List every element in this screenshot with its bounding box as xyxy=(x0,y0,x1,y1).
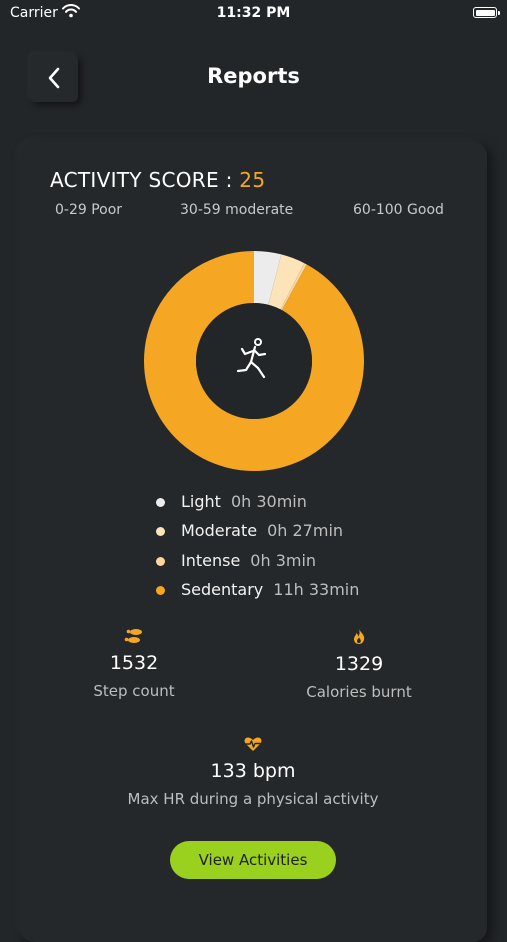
range-poor: 0-29 Poor xyxy=(55,202,123,218)
activity-score: ACTIVITY SCORE : 25 xyxy=(50,168,265,192)
step-count-value: 1532 xyxy=(109,652,159,674)
calories-value: 1329 xyxy=(334,653,384,675)
battery-icon xyxy=(473,7,500,18)
legend-dot-moderate xyxy=(156,527,165,537)
max-hr-value: 133 bpm xyxy=(210,760,296,782)
view-activities-button[interactable]: View Activities xyxy=(170,841,336,879)
range-good: 60-100 Good xyxy=(353,202,444,218)
activity-report-card: ACTIVITY SCORE : 25 0-29 Poor 30-59 mode… xyxy=(20,142,487,942)
max-hr-stat: 133 bpm Max HR during a physical activit… xyxy=(103,736,403,808)
legend-dot-light xyxy=(156,498,165,507)
legend-label-moderate: Moderate xyxy=(181,521,258,541)
legend-dot-sedentary xyxy=(156,586,165,596)
status-time: 11:32 PM xyxy=(216,5,291,21)
legend-value-intense: 0h 3min xyxy=(250,550,317,570)
heart-rate-icon xyxy=(244,737,262,751)
activity-score-value: 25 xyxy=(239,168,266,192)
activity-score-label: ACTIVITY SCORE : xyxy=(50,168,233,192)
calories-label: Calories burnt xyxy=(306,683,412,701)
legend-value-moderate: 0h 27min xyxy=(267,521,344,541)
max-hr-label: Max HR during a physical activity xyxy=(127,790,379,808)
legend-label-light: Light xyxy=(181,492,221,511)
donut-center xyxy=(196,303,312,419)
legend-value-light: 0h 30min xyxy=(230,492,307,511)
range-moderate: 30-59 moderate xyxy=(180,202,294,218)
legend-dot-intense xyxy=(156,556,165,566)
step-count-label: Step count xyxy=(93,682,175,700)
legend-label-sedentary: Sedentary xyxy=(181,580,264,600)
status-bar: Carrier 11:32 PM xyxy=(0,0,507,28)
calories-stat: 1329 Calories burnt xyxy=(284,628,434,701)
page-title: Reports xyxy=(207,64,300,88)
flame-icon xyxy=(354,629,365,644)
legend-value-sedentary: 11h 33min xyxy=(273,580,360,600)
legend-label-intense: Intense xyxy=(181,550,241,570)
step-count-stat: 1532 Step count xyxy=(64,628,204,700)
footsteps-icon xyxy=(124,629,142,643)
activity-donut-chart xyxy=(143,251,364,471)
